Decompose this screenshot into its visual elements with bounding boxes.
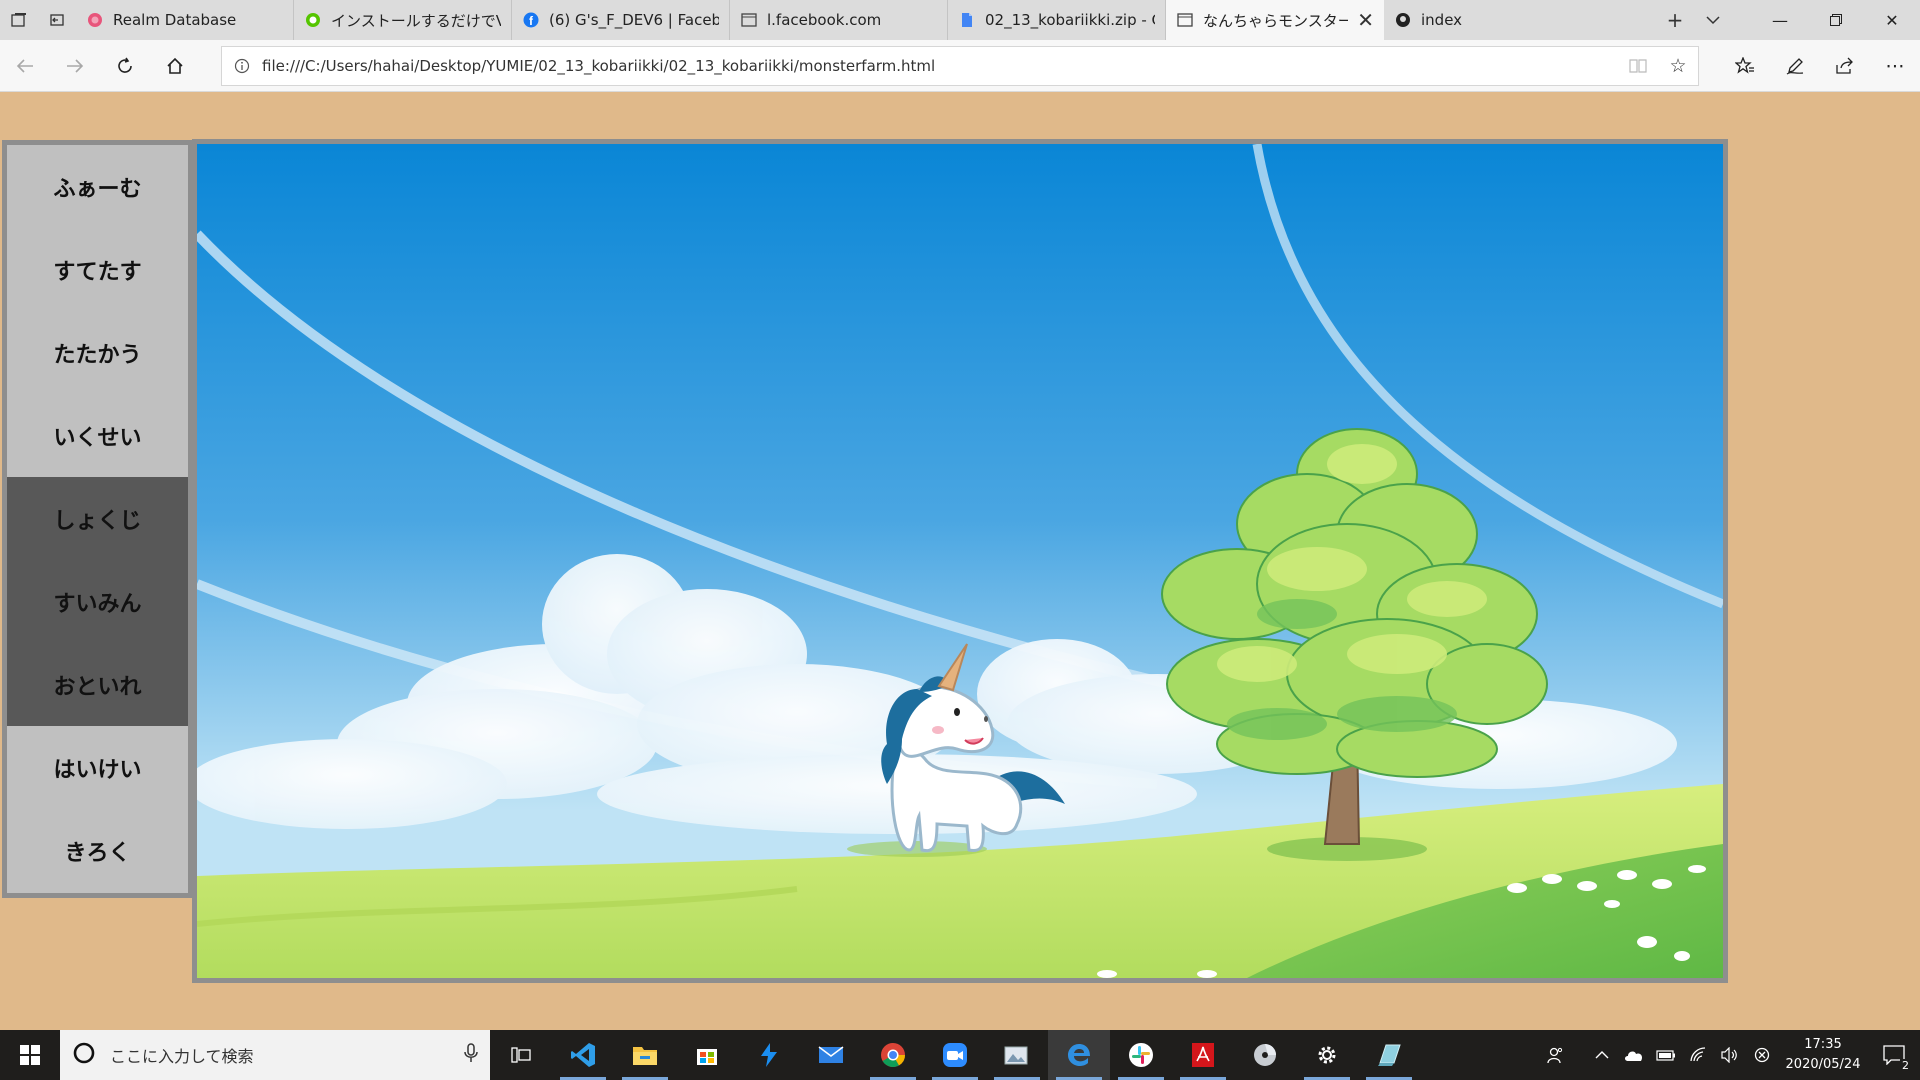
close-window-icon[interactable]: ✕	[1864, 0, 1920, 40]
menu-item-sleep[interactable]: すいみん	[7, 560, 188, 643]
restore-icon[interactable]	[1808, 0, 1864, 40]
realm-icon	[86, 11, 104, 29]
clock[interactable]: 17:35 2020/05/24	[1778, 1035, 1868, 1075]
people-icon[interactable]	[1540, 1030, 1572, 1080]
azure-icon[interactable]	[738, 1030, 800, 1080]
photos-icon[interactable]	[986, 1030, 1048, 1080]
taskbar-search[interactable]: ここに入力して検索	[60, 1030, 490, 1080]
volume-icon[interactable]	[1714, 1030, 1746, 1080]
task-view-icon[interactable]	[490, 1030, 552, 1080]
menu-item-background[interactable]: はいけい	[7, 726, 188, 809]
notification-count: 2	[1900, 1059, 1911, 1072]
tab-index[interactable]: index	[1384, 0, 1602, 40]
tab-list: Realm Database インストールするだけでVSC f (6) G's_…	[76, 0, 1602, 40]
cortana-icon	[72, 1041, 96, 1069]
disc-icon[interactable]	[1234, 1030, 1296, 1080]
url-text[interactable]: file:///C:/Users/hahai/Desktop/YUMIE/02_…	[262, 57, 1618, 75]
back-icon[interactable]	[0, 40, 50, 92]
app-icon[interactable]	[1358, 1030, 1420, 1080]
vscode-icon[interactable]	[552, 1030, 614, 1080]
wifi-icon[interactable]	[1682, 1030, 1714, 1080]
file-explorer-icon[interactable]	[614, 1030, 676, 1080]
minimize-icon[interactable]: —	[1752, 0, 1808, 40]
tab-label: Realm Database	[113, 11, 237, 29]
acrobat-icon[interactable]	[1172, 1030, 1234, 1080]
tab-label: index	[1421, 11, 1463, 29]
battery-icon[interactable]	[1650, 1030, 1682, 1080]
address-bar[interactable]: file:///C:/Users/hahai/Desktop/YUMIE/02_…	[221, 46, 1699, 86]
page-icon	[740, 11, 758, 29]
chevron-up-icon[interactable]	[1586, 1030, 1618, 1080]
onedrive-icon[interactable]	[1618, 1030, 1650, 1080]
blocked-icon[interactable]	[1746, 1030, 1778, 1080]
menu-item-toilet[interactable]: おといれ	[7, 643, 188, 726]
farm-stage	[192, 139, 1728, 983]
set-aside-tabs-icon[interactable]	[38, 0, 76, 40]
tab-monster-farm[interactable]: なんちゃらモンスター育 ✕	[1166, 0, 1384, 40]
github-icon	[1394, 11, 1412, 29]
settings-icon[interactable]	[1296, 1030, 1358, 1080]
forward-icon[interactable]	[50, 40, 100, 92]
windows-start-icon[interactable]	[0, 1030, 60, 1080]
windows-taskbar: ここに入力して検索 17:35 2020/05/24 2	[0, 1030, 1920, 1080]
pen-icon[interactable]	[1770, 40, 1820, 92]
chrome-icon[interactable]	[862, 1030, 924, 1080]
tab-realm-database[interactable]: Realm Database	[76, 0, 294, 40]
favorite-star-icon[interactable]: ☆	[1658, 55, 1698, 77]
tab-label: (6) G's_F_DEV6 | Facebook	[549, 11, 719, 29]
menu-item-farm[interactable]: ふぁーむ	[7, 145, 188, 228]
tab-preview-icon[interactable]	[0, 0, 38, 40]
new-tab-icon[interactable]: +	[1656, 0, 1694, 40]
edge-icon[interactable]	[1048, 1030, 1110, 1080]
qiita-icon	[304, 11, 322, 29]
page-icon	[1176, 11, 1194, 29]
search-placeholder: ここに入力して検索	[110, 1047, 254, 1066]
clock-date: 2020/05/24	[1785, 1057, 1861, 1072]
microphone-icon[interactable]	[464, 1043, 478, 1067]
menu-item-meal[interactable]: しょくじ	[7, 477, 188, 560]
store-icon[interactable]	[676, 1030, 738, 1080]
home-icon[interactable]	[150, 40, 200, 92]
navigation-bar: file:///C:/Users/hahai/Desktop/YUMIE/02_…	[0, 40, 1920, 92]
menu-item-battle[interactable]: たたかう	[7, 311, 188, 394]
notification-icon[interactable]: 2	[1868, 1030, 1920, 1080]
clock-time: 17:35	[1804, 1037, 1842, 1052]
zoom-icon[interactable]	[924, 1030, 986, 1080]
tab-google-drive-zip[interactable]: 02_13_kobariikki.zip - G	[948, 0, 1166, 40]
favorites-icon[interactable]	[1720, 40, 1770, 92]
document-icon	[958, 11, 976, 29]
tab-qiita[interactable]: インストールするだけでVSC	[294, 0, 512, 40]
tab-label: インストールするだけでVSC	[331, 11, 501, 30]
farm-menu: ふぁーむ すてたす たたかう いくせい しょくじ すいみん おといれ はいけい …	[2, 140, 193, 898]
mail-icon[interactable]	[800, 1030, 862, 1080]
more-icon[interactable]: ⋯	[1870, 40, 1920, 92]
farm-background	[197, 144, 1723, 978]
refresh-icon[interactable]	[100, 40, 150, 92]
close-tab-icon[interactable]: ✕	[1357, 8, 1374, 32]
tab-facebook-group[interactable]: f (6) G's_F_DEV6 | Facebook	[512, 0, 730, 40]
tab-facebook-link[interactable]: l.facebook.com	[730, 0, 948, 40]
tab-label: 02_13_kobariikki.zip - G	[985, 11, 1155, 29]
tab-strip: Realm Database インストールするだけでVSC f (6) G's_…	[0, 0, 1920, 40]
chevron-down-icon[interactable]	[1694, 0, 1732, 40]
info-icon[interactable]	[222, 58, 262, 74]
facebook-icon: f	[522, 11, 540, 29]
menu-item-training[interactable]: いくせい	[7, 394, 188, 477]
reading-view-icon[interactable]	[1618, 58, 1658, 74]
tab-label: なんちゃらモンスター育	[1203, 11, 1349, 30]
slack-icon[interactable]	[1110, 1030, 1172, 1080]
system-tray: 17:35 2020/05/24 2	[1540, 1030, 1920, 1080]
menu-item-status[interactable]: すてたす	[7, 228, 188, 311]
tab-label: l.facebook.com	[767, 11, 882, 29]
menu-item-record[interactable]: きろく	[7, 809, 188, 892]
share-icon[interactable]	[1820, 40, 1870, 92]
